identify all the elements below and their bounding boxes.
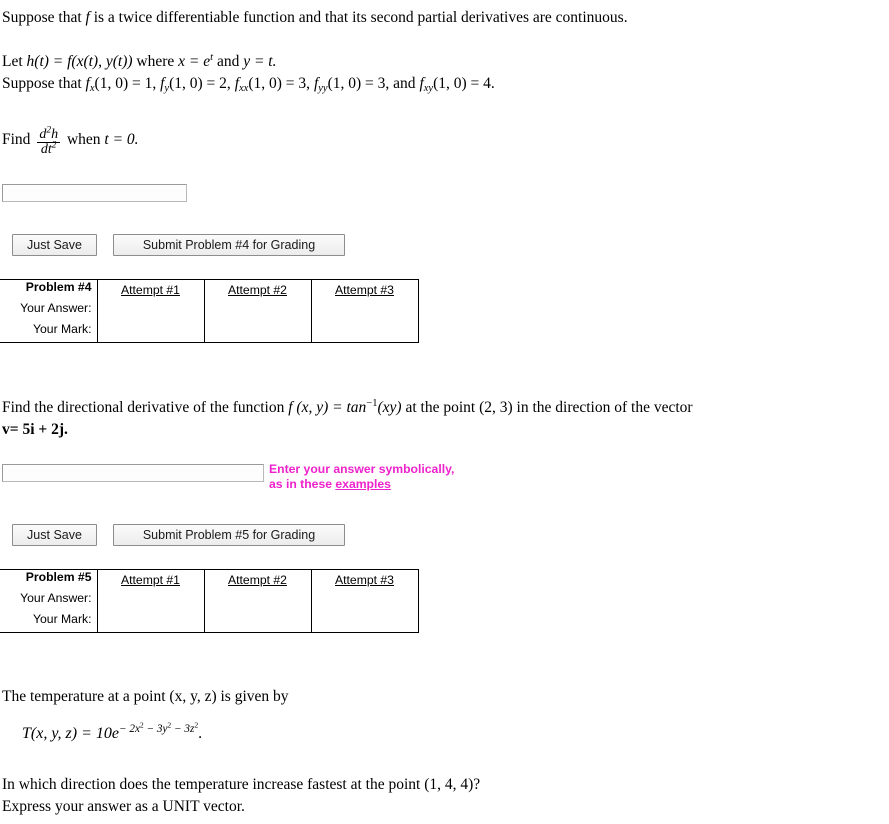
problem5-your-answer-label: Your Answer: <box>0 590 98 612</box>
problem6-line3-text: Express your answer as a UNIT vector. <box>2 798 245 815</box>
problem4-given-0-args: (1, 0) = 1, <box>94 75 157 92</box>
problem4-attempt-2-header[interactable]: Attempt #2 <box>228 283 287 297</box>
problem6-statement-line3: Express your answer as a UNIT vector. <box>2 797 245 818</box>
table-row: Problem #5 Attempt #1 Attempt #2 Attempt… <box>0 569 419 633</box>
problem4-attempt-1-cell[interactable]: Attempt #1 <box>97 279 205 343</box>
problem4-given-3-sub: yy <box>318 82 328 94</box>
problem4-your-answer-label: Your Answer: <box>0 300 98 322</box>
problem5-function-expression: f (x, y) = tan <box>288 399 367 416</box>
problem4-just-save-button[interactable]: Just Save <box>12 234 97 256</box>
problem4-answer-input[interactable] <box>2 184 187 202</box>
problem5-hint-line1: Enter your answer symbolically, <box>269 462 455 476</box>
problem5-attempt-2-header[interactable]: Attempt #2 <box>228 573 287 587</box>
problem4-your-mark-label: Your Mark: <box>0 321 98 343</box>
problem5-vector-value: = 5i + 2j. <box>9 421 68 438</box>
problem6-line1-text: The temperature at a point (x, y, z) is … <box>2 688 289 705</box>
problem4-find-when: when <box>66 130 101 148</box>
problem4-let-x-exponent: t <box>210 51 214 63</box>
problem4-given-4-sub: xy <box>423 82 434 94</box>
problem4-suppose-prefix: Suppose that <box>2 75 82 92</box>
problem4-results-table: Problem #4 Attempt #1 Attempt #2 Attempt… <box>0 279 419 343</box>
problem5-function-argument: (xy) <box>377 399 402 416</box>
problem4-let-x: x = e <box>178 53 211 70</box>
problem5-just-save-button[interactable]: Just Save <box>12 524 97 546</box>
problem4-attempt-3-header[interactable]: Attempt #3 <box>335 283 394 297</box>
problem5-results-table: Problem #5 Attempt #1 Attempt #2 Attempt… <box>0 569 419 633</box>
problem5-table-problem-label: Problem #5 <box>0 569 98 591</box>
problem4-let-prefix: Let <box>2 53 23 70</box>
fraction-denominator-exponent: 2 <box>51 140 57 151</box>
fraction-denominator: dt2 <box>37 140 61 157</box>
problem4-table-problem-label: Problem #4 <box>0 279 98 301</box>
problem5-examples-link[interactable]: examples <box>335 477 391 491</box>
problem4-given-values-line: Suppose that fx(1, 0) = 1, fy(1, 0) = 2,… <box>2 74 495 95</box>
problem4-attempt-2-cell[interactable]: Attempt #2 <box>204 279 312 343</box>
problem5-statement-line2: v= 5i + 2j. <box>2 420 68 441</box>
problem4-find-line: Find d2h dt2 when t = 0. <box>2 126 139 158</box>
problem5-your-mark-label: Your Mark: <box>0 611 98 633</box>
problem6-line2-text: In which direction does the temperature … <box>2 776 481 793</box>
problem4-statement-line1: Suppose that f is a twice differentiable… <box>2 8 628 29</box>
problem6-temperature-formula: T(x, y, z) = 10e− 2x2 − 3y2 − 3z2. <box>22 719 203 745</box>
problem4-given-3-args: (1, 0) = 3, and <box>327 75 416 92</box>
problem4-given-4-args: (1, 0) = 4. <box>433 75 495 92</box>
problem4-let-y: y = t. <box>243 53 277 70</box>
table-row: Problem #4 Attempt #1 Attempt #2 Attempt… <box>0 279 419 343</box>
problem5-answer-hint: Enter your answer symbolically, as in th… <box>269 462 454 492</box>
problem4-second-derivative-fraction: d2h dt2 <box>37 126 61 158</box>
problem4-given-2-args: (1, 0) = 3, <box>248 75 311 92</box>
problem4-attempt-3-cell[interactable]: Attempt #3 <box>311 279 419 343</box>
problem4-let-where: where <box>136 53 175 70</box>
problem4-f-symbol: f <box>85 9 90 26</box>
problem5-submit-for-grading-button[interactable]: Submit Problem #5 for Grading <box>113 524 345 546</box>
problem5-attempt-3-cell[interactable]: Attempt #3 <box>311 569 419 633</box>
problem5-vector-symbol: v <box>2 421 10 438</box>
problem6-formula-lhs: T(x, y, z) = 10e <box>22 725 119 742</box>
problem5-line1-part-b: at the point (2, 3) in the direction of … <box>405 399 693 416</box>
problem5-inverse-exponent: −1 <box>366 397 378 409</box>
problem4-given-2-sub: xx <box>239 82 249 94</box>
problem5-line1-part-a: Find the directional derivative of the f… <box>2 399 285 416</box>
problem4-find-prefix: Find <box>2 130 31 148</box>
problem4-let-body: h(t) = f(x(t), y(t)) <box>26 53 133 70</box>
problem5-answer-input[interactable] <box>2 464 264 482</box>
problem4-given-1-args: (1, 0) = 2, <box>169 75 231 92</box>
problem4-let-line: Let h(t) = f(x(t), y(t)) where x = et an… <box>2 52 276 73</box>
problem4-attempt-1-header[interactable]: Attempt #1 <box>121 283 180 297</box>
problem5-attempt-1-cell[interactable]: Attempt #1 <box>97 569 205 633</box>
problem4-intro-rest: is a twice differentiable function and t… <box>93 9 628 26</box>
problem6-formula-period: . <box>198 725 203 742</box>
problem5-statement-line1: Find the directional derivative of the f… <box>2 398 693 419</box>
problem4-let-and: and <box>216 53 240 70</box>
problem5-attempt-3-header[interactable]: Attempt #3 <box>335 573 394 587</box>
problem4-intro-text: Suppose that <box>2 9 82 26</box>
problem5-attempt-2-cell[interactable]: Attempt #2 <box>204 569 312 633</box>
problem4-find-t-value: t = 0. <box>104 130 139 148</box>
problem6-statement-line1: The temperature at a point (x, y, z) is … <box>2 687 289 708</box>
problem5-hint-line2-prefix: as in these <box>269 477 332 491</box>
problem6-statement-line2: In which direction does the temperature … <box>2 775 480 796</box>
problem4-submit-for-grading-button[interactable]: Submit Problem #4 for Grading <box>113 234 345 256</box>
problem6-formula-exponent: − 2x2 − 3y2 − 3z2 <box>119 719 199 735</box>
problem5-attempt-1-header[interactable]: Attempt #1 <box>121 573 180 587</box>
